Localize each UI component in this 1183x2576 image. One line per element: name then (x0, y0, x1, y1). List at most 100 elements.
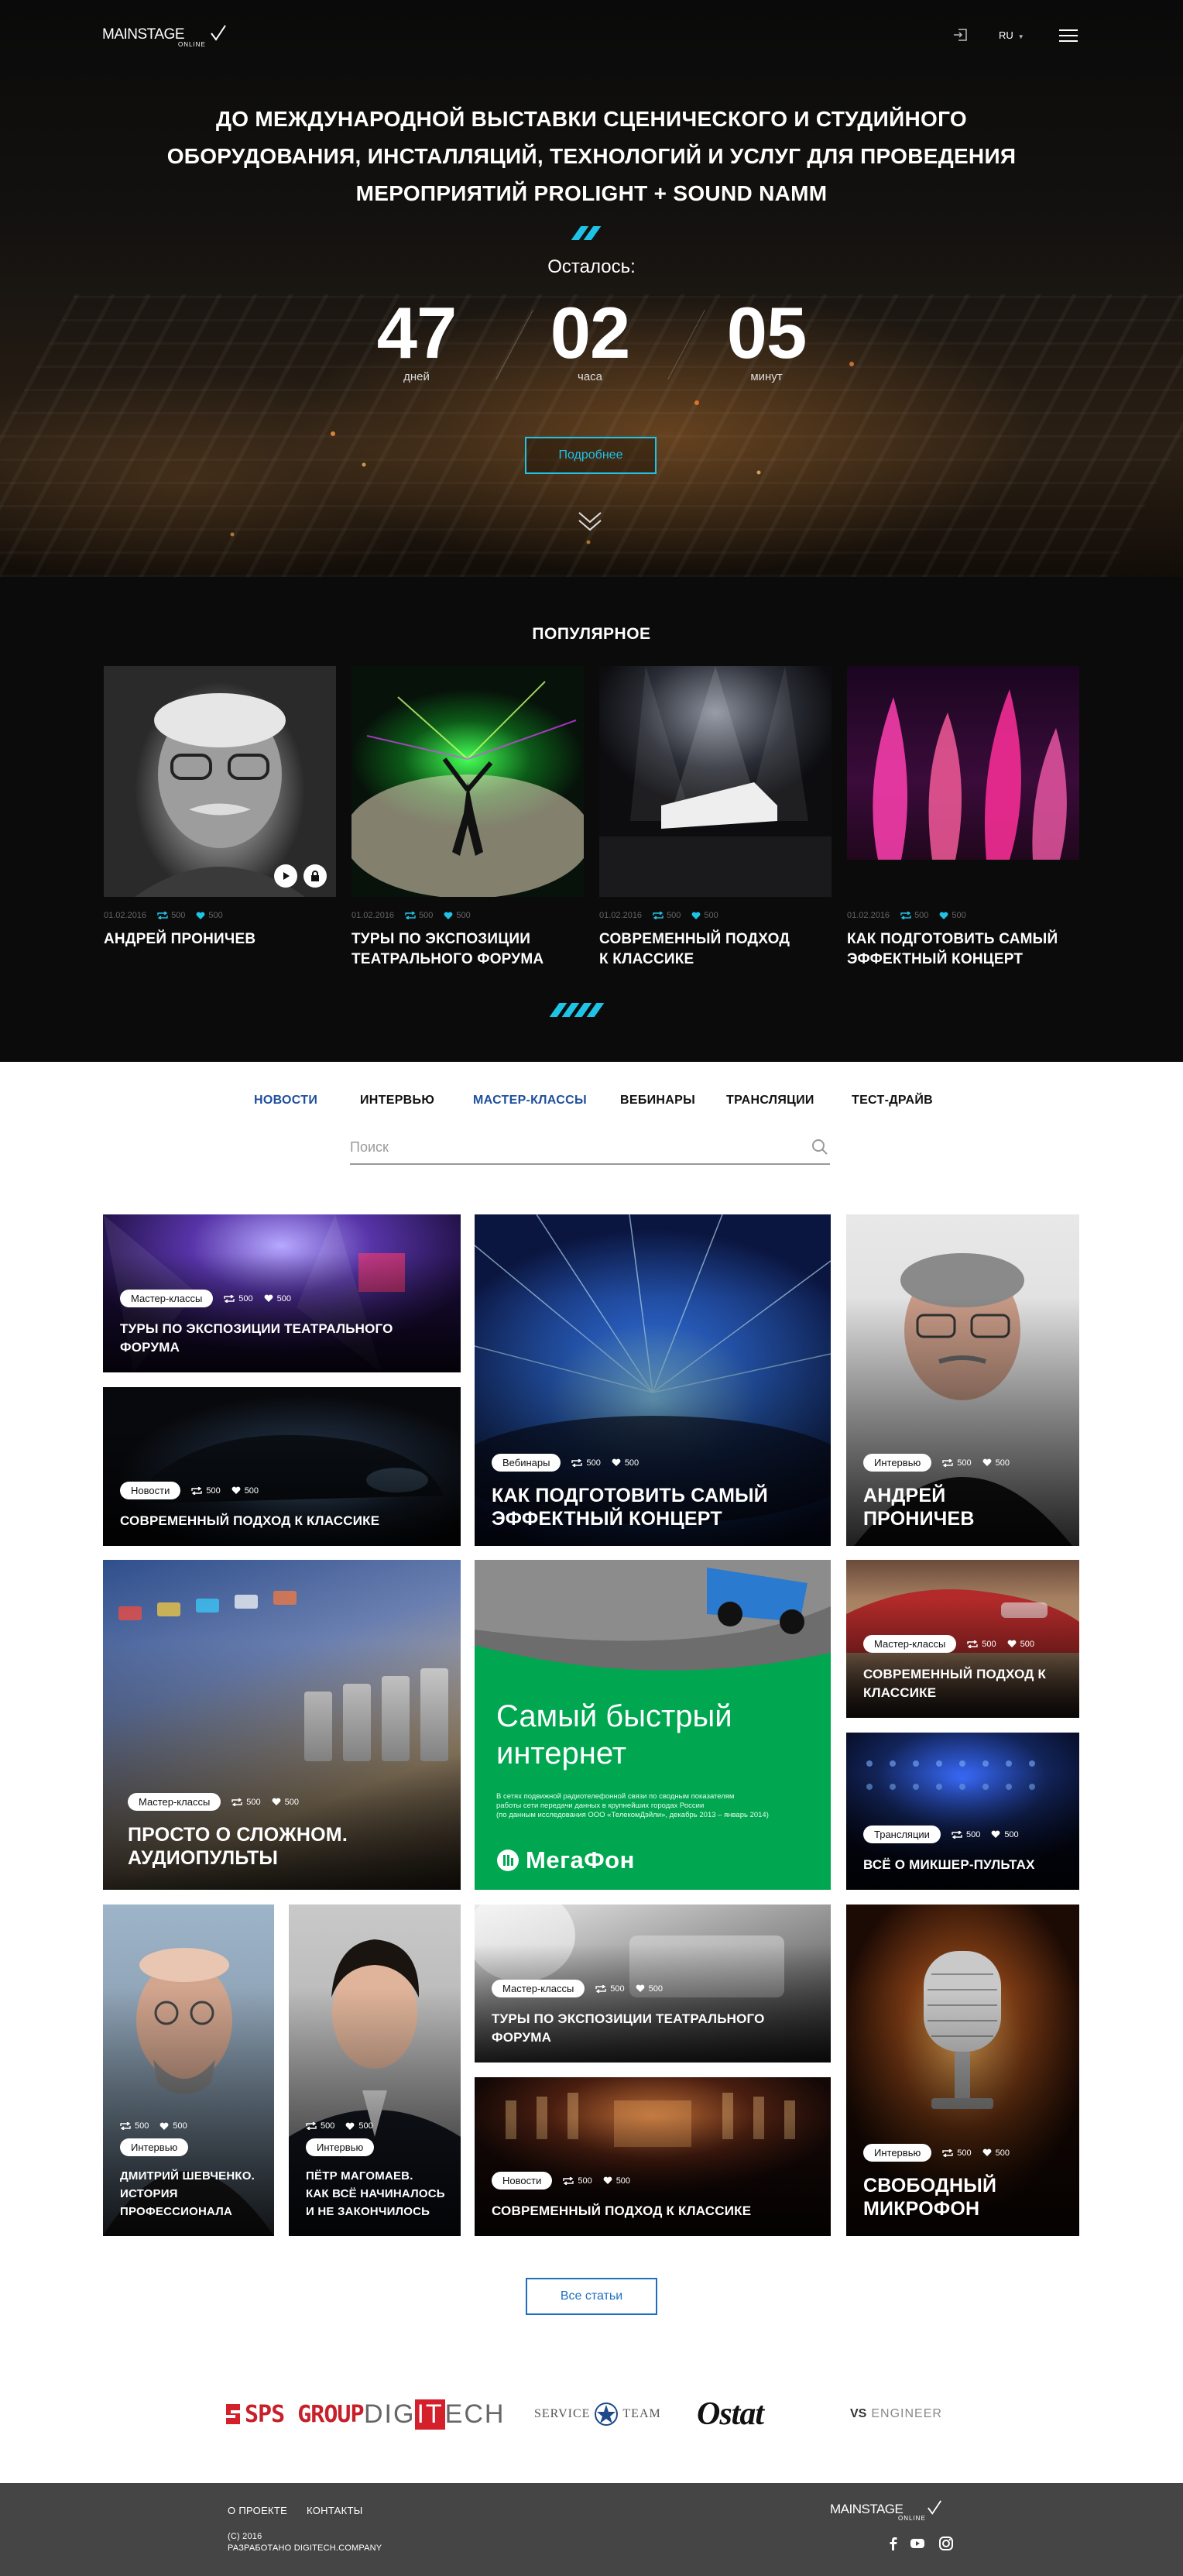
heart-icon[interactable] (159, 2122, 169, 2131)
partner-logo-service-team[interactable]: SERVICE TEAM (534, 2395, 661, 2433)
title-line: СОВРЕМЕННЫЙ ПОДХОД К (863, 1667, 1047, 1681)
site-footer: О ПРОЕКТЕ КОНТАКТЫ (С) 2016 РАЗРАБОТАНО … (0, 2483, 1183, 2576)
like-count: 500 (244, 1485, 259, 1496)
heart-icon[interactable] (691, 912, 701, 920)
hamburger-menu-icon[interactable] (1059, 29, 1078, 43)
heart-icon[interactable] (991, 1830, 1000, 1839)
ad-fine-print-line: В сетях подвижной радиотелефонной связи … (496, 1792, 735, 1801)
like-count: 500 (173, 2121, 187, 2131)
hero-section: MAINSTAGE ONLINE RU ▼ ДО МЕЖДУНАРОДНОЙ ВЫ… (0, 0, 1183, 577)
heart-icon[interactable] (982, 1458, 992, 1467)
category-badge[interactable]: Трансляции (863, 1826, 941, 1843)
top-navigation-bar: MAINSTAGE ONLINE RU ▼ (0, 0, 1183, 70)
language-selector[interactable]: RU ▼ (999, 29, 1024, 41)
popular-card-title[interactable]: СОВРЕМЕННЫЙ ПОДХОД К КЛАССИКЕ (599, 929, 832, 970)
popular-card-title[interactable]: КАК ПОДГОТОВИТЬ САМЫЙ ЭФФЕКТНЫЙ КОНЦЕРТ (847, 929, 1079, 970)
heart-icon[interactable] (231, 1486, 241, 1495)
search-icon[interactable] (811, 1139, 828, 1156)
copyright-line: РАЗРАБОТАНО DIGITECH.COMPANY (228, 2543, 382, 2553)
repost-count: 500 (667, 911, 681, 920)
tab-master-classes[interactable]: МАСТЕР-КЛАССЫ (473, 1094, 587, 1108)
tab-interview[interactable]: ИНТЕРВЬЮ (360, 1094, 434, 1108)
category-badge[interactable]: Интервью (306, 2138, 375, 2156)
footer-link-about[interactable]: О ПРОЕКТЕ (228, 2505, 287, 2516)
article-tile[interactable]: Мастер-классы 500 500 СОВРЕМЕННЫЙ ПОДХОД… (846, 1560, 1079, 1718)
repost-count: 500 (238, 1293, 253, 1303)
popular-card[interactable]: 01.02.2016 500 500 КАК ПОДГОТОВИТЬ САМЫЙ… (847, 666, 1079, 970)
tab-news[interactable]: НОВОСТИ (254, 1094, 317, 1108)
like-count: 500 (995, 1458, 1010, 1468)
countdown-value: 47 (376, 292, 458, 373)
partner-logo-sps-group[interactable]: SPS GROUP (225, 2395, 365, 2433)
category-badge[interactable]: Интервью (863, 2144, 932, 2162)
facebook-icon[interactable] (886, 2536, 901, 2551)
category-badge[interactable]: Мастер-классы (120, 1290, 214, 1307)
article-tile[interactable]: Мастер-классы 500 500 ТУРЫ ПО ЭКСПОЗИЦИИ… (103, 1214, 461, 1372)
category-badge[interactable]: Новости (120, 1482, 181, 1499)
popular-card[interactable]: 01.02.2016 500 500 ТУРЫ ПО ЭКСПОЗИЦИИ ТЕ… (351, 666, 584, 970)
tab-broadcasts[interactable]: ТРАНСЛЯЦИИ (726, 1094, 814, 1108)
popular-card-title[interactable]: ТУРЫ ПО ЭКСПОЗИЦИИ ТЕАТРАЛЬНОГО ФОРУМА (351, 929, 584, 970)
article-tile[interactable]: 500 500 Интервью ПЁТР МАГОМАЕВ. КАК ВСЁ Н… (289, 1905, 461, 2236)
heart-icon[interactable] (1007, 1640, 1017, 1648)
chevron-down-icon: ▼ (1017, 33, 1024, 40)
article-tile[interactable]: 500 500 Интервью ДМИТРИЙ ШЕВЧЕНКО. ИСТОРИ… (103, 1905, 274, 2236)
all-articles-button[interactable]: Все статьи (526, 2278, 657, 2315)
heart-icon[interactable] (603, 2176, 612, 2185)
category-badge[interactable]: Интервью (120, 2138, 189, 2156)
more-details-button[interactable]: Подробнее (525, 437, 657, 474)
repost-count: 500 (578, 2176, 592, 2186)
footer-link-contacts[interactable]: КОНТАКТЫ (307, 2505, 363, 2516)
article-tile[interactable]: Интервью 500 500 СВОБОДНЫЙ МИКРОФОН (846, 1905, 1079, 2236)
article-tile[interactable]: Новости 500 500 СОВРЕМЕННЫЙ ПОДХОД К КЛА… (475, 2077, 831, 2236)
login-icon[interactable] (952, 28, 968, 42)
tile-title: СОВРЕМЕННЫЙ ПОДХОД К КЛАССИКЕ (492, 2202, 818, 2221)
accent-stripes (571, 226, 602, 240)
partner-name: Ostat (697, 2396, 764, 2432)
title-line: АНДРЕЙ ПРОНИЧЕВ (104, 931, 256, 947)
article-tile[interactable]: Интервью 500 500 АНДРЕЙ ПРОНИЧЕВ (846, 1214, 1079, 1546)
scroll-down-chevron-icon[interactable] (576, 508, 604, 534)
youtube-icon[interactable] (910, 2536, 925, 2551)
article-tile[interactable]: Мастер-классы 500 500 ПРОСТО О СЛОЖНОМ. А… (103, 1560, 461, 1890)
category-badge[interactable]: Вебинары (492, 1454, 561, 1472)
title-line: ТУРЫ ПО ЭКСПОЗИЦИИ (351, 931, 531, 947)
site-logo[interactable]: MAINSTAGE ONLINE (102, 25, 226, 48)
instagram-icon[interactable] (938, 2536, 954, 2551)
article-tile[interactable]: Трансляции 500 500 ВСЁ О МИКШЕР-ПУЛЬТАХ (846, 1733, 1079, 1890)
article-tile[interactable]: Вебинары 500 500 КАК ПОДГОТОВИТЬ САМЫЙ ЭФ… (475, 1214, 831, 1546)
category-badge[interactable]: Новости (492, 2172, 553, 2190)
footer-logo[interactable]: MAINSTAGE ONLINE (830, 2500, 942, 2522)
heart-icon[interactable] (345, 2122, 355, 2131)
tile-info: Новости 500 500 СОВРЕМЕННЫЙ ПОДХОД К КЛА… (492, 2172, 818, 2221)
heart-icon[interactable] (636, 1984, 645, 1993)
partner-logo-digitech[interactable]: DIG IT ECH (364, 2395, 505, 2433)
heart-icon[interactable] (264, 1294, 273, 1303)
article-tile[interactable]: Новости 500 500 СОВРЕМЕННЫЙ ПОДХОД К КЛА… (103, 1387, 461, 1546)
article-tile[interactable]: Мастер-классы 500 500 ТУРЫ ПО ЭКСПОЗИЦИИ… (475, 1905, 831, 2063)
popular-card-title[interactable]: АНДРЕЙ ПРОНИЧЕВ (104, 929, 336, 950)
search-input[interactable] (350, 1135, 784, 1159)
partner-name-part: ENGINEER (871, 2407, 942, 2420)
popular-card[interactable]: 01.02.2016 500 500 СОВРЕМЕННЫЙ ПОДХОД К … (599, 666, 832, 970)
heart-icon[interactable] (612, 1458, 621, 1467)
heart-icon[interactable] (939, 912, 948, 920)
megafon-ad-banner[interactable]: Самый быстрый интернет В сетях подвижной… (475, 1560, 831, 1890)
partner-logo-vs-engineer[interactable]: VS ENGINEER (850, 2395, 942, 2433)
category-badge[interactable]: Мастер-классы (492, 1980, 585, 1997)
play-icon[interactable] (274, 864, 297, 888)
category-badge[interactable]: Мастер-классы (128, 1793, 221, 1811)
ad-fine-print-line: (по данным исследования ООО «ТелекомДэйл… (496, 1811, 769, 1819)
heart-icon[interactable] (272, 1798, 281, 1806)
heart-icon[interactable] (982, 2148, 992, 2157)
popular-card[interactable]: 01.02.2016 500 500 АНДРЕЙ ПРОНИЧЕВ (104, 666, 336, 950)
tab-test-drive[interactable]: ТЕСТ-ДРАЙВ (852, 1094, 933, 1108)
category-badge[interactable]: Интервью (863, 1454, 932, 1472)
repost-count: 500 (610, 1984, 625, 1994)
title-line: ПРОНИЧЕВ (863, 1508, 975, 1530)
heart-icon[interactable] (196, 912, 205, 920)
category-badge[interactable]: Мастер-классы (863, 1635, 957, 1653)
partner-logo-ostat[interactable]: Ostat (697, 2395, 764, 2433)
tab-webinars[interactable]: ВЕБИНАРЫ (620, 1094, 695, 1108)
heart-icon[interactable] (444, 912, 453, 920)
